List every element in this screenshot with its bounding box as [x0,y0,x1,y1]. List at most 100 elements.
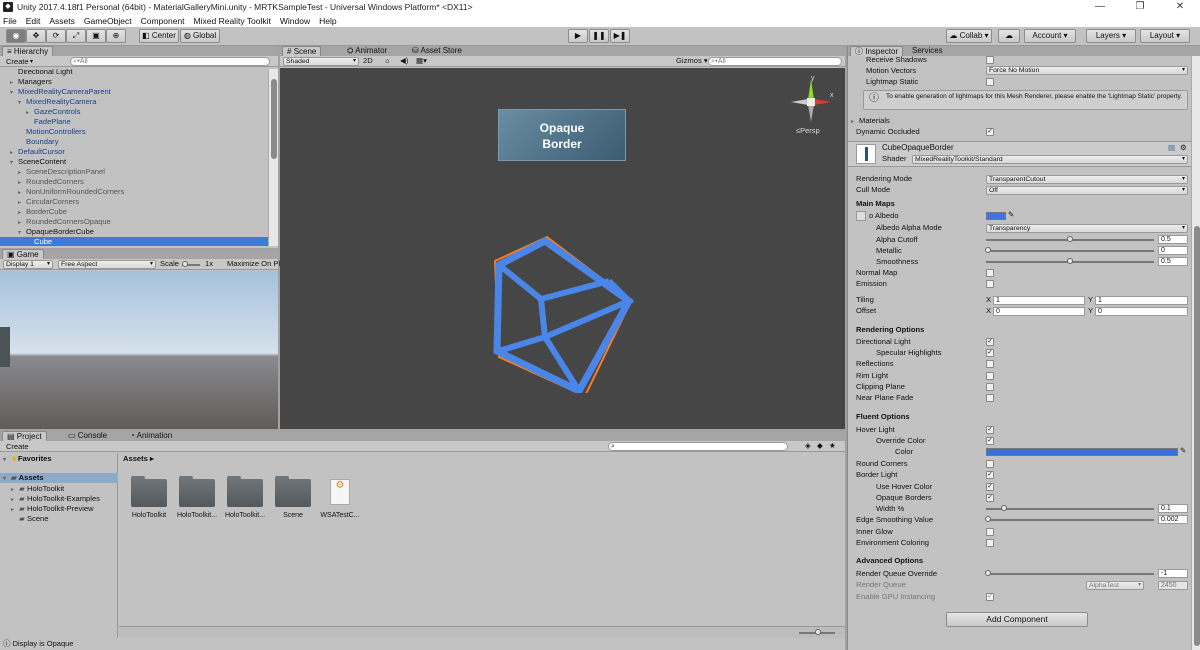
hierarchy-item[interactable]: ▸ NonUniformRoundedCorners [0,187,268,197]
hierarchy-create-button[interactable]: Create [6,57,29,66]
game-view[interactable] [0,271,278,429]
hierarchy-item[interactable]: ▸ GazeControls [0,107,268,117]
shading-mode-dropdown[interactable]: Shaded [283,57,359,66]
menu-gameobject[interactable]: GameObject [84,16,132,26]
tree-item-holotoolkit-preview[interactable]: ▸ ▰ HoloToolkit-Preview [11,504,94,514]
hierarchy-item[interactable]: ▾ MixedRealityCameraParent [0,87,268,97]
hierarchy-item[interactable]: ▸ DefaultCursor [0,147,268,157]
menu-mixed-reality-toolkit[interactable]: Mixed Reality Toolkit [194,16,271,26]
edge-smoothing-knob[interactable] [985,516,991,522]
alpha-cutoff-knob[interactable] [1067,236,1073,242]
menu-window[interactable]: Window [280,16,310,26]
icon-size-slider-knob[interactable] [815,629,821,635]
width-percent-knob[interactable] [1001,505,1007,511]
use-hover-color-checkbox[interactable]: ✓ [986,483,994,491]
border-light-checkbox[interactable]: ✓ [986,471,994,479]
pause-button[interactable]: ❚❚ [589,29,609,43]
move-tool-button[interactable]: ✥ [26,29,46,43]
asset-folder-holotoolkit[interactable] [131,476,167,507]
scale-tool-button[interactable]: ⤢ [66,29,86,43]
settings-gear-icon[interactable]: ⚙ [1180,143,1187,153]
inspector-scrollbar[interactable] [1191,56,1200,650]
scale-slider-knob[interactable] [182,261,188,267]
hierarchy-item[interactable]: Cube [0,237,268,246]
smoothness-input[interactable]: 0.5 [1158,257,1188,266]
smoothness-knob[interactable] [1067,258,1073,264]
filter-label-icon[interactable]: ◆ [817,441,823,451]
hand-tool-button[interactable]: ◉ [6,29,26,43]
step-button[interactable]: ▶❚ [610,29,630,43]
rendering-mode-dropdown[interactable]: TransparentCutout [986,175,1188,184]
filter-type-icon[interactable]: ◈ [805,441,811,451]
round-corners-checkbox[interactable] [986,460,994,468]
tab-console[interactable]: ▭ Console [64,431,111,441]
tab-animator[interactable]: ⛭ Animator [343,46,391,56]
tab-game[interactable]: ▣ Game [2,249,44,259]
metallic-input[interactable]: 0 [1158,246,1188,255]
collab-dropdown[interactable]: ☁ Collab ▾ [946,29,992,43]
assets-root-item[interactable]: ▾ ▰ Assets [0,473,118,483]
gizmo-neg-y-axis[interactable] [808,105,814,122]
hierarchy-item[interactable]: ▸ CircularCorners [0,197,268,207]
offset-x-input[interactable]: 0 [993,307,1085,316]
material-preview[interactable] [856,144,876,164]
asset-folder-holotoolkit-preview[interactable] [227,476,263,507]
emission-checkbox[interactable] [986,280,994,288]
minimize-button[interactable]: — [1080,0,1120,14]
hierarchy-search-input[interactable]: ⌕▾All [70,57,270,66]
hierarchy-scrollbar[interactable] [268,69,278,246]
gizmo-x-axis[interactable] [814,99,831,105]
hierarchy-item[interactable]: Boundary [0,137,268,147]
cloud-services-button[interactable]: ☁ [998,29,1020,43]
tab-hierarchy[interactable]: ≡ Hierarchy [2,46,54,56]
hierarchy-item[interactable]: ▸ RoundedCornersOpaque [0,217,268,227]
reflections-checkbox[interactable] [986,360,994,368]
hierarchy-item[interactable]: ▾ MixedRealityCamera [0,97,268,107]
motion-vectors-dropdown[interactable]: Force No Motion [986,66,1188,75]
project-search-input[interactable]: ⌕ [608,442,788,451]
lighting-toggle-icon[interactable]: ☼ [384,56,391,66]
wireframe-cube[interactable] [485,233,645,393]
gizmo-y-axis[interactable] [808,79,814,100]
opaque-borders-checkbox[interactable]: ✓ [986,494,994,502]
inner-glow-checkbox[interactable] [986,528,994,536]
hover-color-swatch[interactable] [986,448,1178,456]
asset-folder-holotoolkit-examples[interactable] [179,476,215,507]
audio-toggle-icon[interactable]: ◀) [400,56,408,66]
render-queue-override-slider[interactable] [986,573,1154,575]
scene-search-input[interactable]: ⌕▾All [708,57,842,66]
gpu-instancing-checkbox[interactable]: ✓ [986,593,994,601]
render-queue-override-knob[interactable] [985,570,991,576]
render-queue-input[interactable]: 2450 [1158,581,1188,590]
menu-assets[interactable]: Assets [49,16,75,26]
tiling-x-input[interactable]: 1 [993,296,1085,305]
pivot-center-button[interactable]: ◧ Center [139,29,179,43]
override-color-checkbox[interactable]: ✓ [986,437,994,445]
render-queue-override-input[interactable]: -1 [1158,569,1188,578]
menu-component[interactable]: Component [141,16,185,26]
offset-y-input[interactable]: 0 [1095,307,1188,316]
layout-dropdown[interactable]: Layout ▾ [1140,29,1190,43]
tree-item-holotoolkit-examples[interactable]: ▸ ▰ HoloToolkit-Examples [11,494,100,504]
rim-light-checkbox[interactable] [986,372,994,380]
scrollbar-thumb[interactable] [1194,226,1200,646]
play-button[interactable]: ▶ [568,29,588,43]
tab-animation[interactable]: ◔ Animation [126,431,176,441]
eyedropper-icon[interactable]: ✎ [1180,446,1186,456]
close-button[interactable]: ✕ [1160,0,1200,14]
hover-light-checkbox[interactable]: ✓ [986,426,994,434]
persp-label[interactable]: ≤Persp [796,126,820,135]
menu-edit[interactable]: Edit [26,16,41,26]
favorite-star-icon[interactable]: ★ [829,441,836,451]
hierarchy-item[interactable]: MotionControllers [0,127,268,137]
alpha-cutoff-input[interactable]: 0.5 [1158,235,1188,244]
asset-script-wsatest[interactable]: ⚙ [330,479,350,505]
aspect-dropdown[interactable]: Free Aspect [58,260,156,269]
tiling-y-input[interactable]: 1 [1095,296,1188,305]
hierarchy-item[interactable]: Directional Light [0,69,268,77]
gizmo-center[interactable] [807,98,815,106]
hierarchy-item[interactable]: ▾ SceneContent [0,157,268,167]
shader-dropdown[interactable]: MixedRealityToolkit/Standard [912,155,1188,164]
tab-scene[interactable]: # Scene [282,46,322,56]
cull-mode-dropdown[interactable]: Off [986,186,1188,195]
